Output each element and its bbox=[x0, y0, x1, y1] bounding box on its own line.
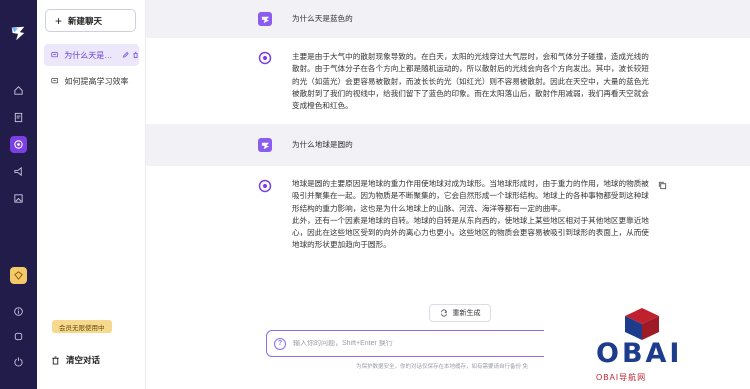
chat-bubble-icon bbox=[51, 52, 58, 58]
assistant-message-text: 主要是由于大气中的散射现象导致的。在白天，太阳的光线穿过大气层时，会和气体分子碰… bbox=[292, 51, 652, 112]
user-message-row: 为什么地球是圆的 bbox=[146, 124, 750, 166]
user-message-row: 为什么天是蓝色的 bbox=[146, 0, 750, 38]
question-icon: ? bbox=[274, 337, 286, 350]
plus-icon: + bbox=[55, 13, 63, 28]
edit-icon[interactable] bbox=[122, 51, 129, 59]
clear-conversations-label: 清空对话 bbox=[66, 355, 101, 365]
regenerate-label: 重新生成 bbox=[452, 310, 481, 317]
assistant-avatar bbox=[258, 179, 272, 193]
notes-icon[interactable] bbox=[10, 109, 27, 126]
refresh-icon bbox=[440, 309, 447, 317]
conversation-title: 如何提高学习效率 bbox=[64, 76, 129, 86]
chat-icon[interactable] bbox=[10, 136, 27, 153]
conversation-item[interactable]: 如何提高学习效率 bbox=[44, 70, 139, 92]
copy-icon[interactable] bbox=[658, 181, 667, 190]
vip-icon[interactable] bbox=[10, 267, 27, 284]
info-icon[interactable] bbox=[10, 303, 27, 320]
user-message-text: 为什么地球是圆的 bbox=[292, 140, 353, 149]
home-icon[interactable] bbox=[10, 82, 27, 99]
image-icon[interactable] bbox=[10, 190, 27, 207]
chat-bubble-icon bbox=[51, 78, 59, 84]
assistant-message-text: 地球是圆的主要原因是地球的重力作用使地球对成为球形。当地球形成时，由于重力的作用… bbox=[292, 178, 652, 252]
icon-rail bbox=[0, 0, 37, 389]
user-avatar bbox=[258, 138, 272, 152]
settings-icon[interactable] bbox=[10, 328, 27, 345]
user-avatar bbox=[258, 12, 272, 26]
watermark-logo: OBAI OBAI导航网 bbox=[544, 298, 750, 389]
assistant-paragraph: 主要是由于大气中的散射现象导致的。在白天，太阳的光线穿过大气层时，会和气体分子碰… bbox=[292, 52, 649, 111]
user-message-text: 为什么天是蓝色的 bbox=[292, 14, 353, 23]
conversation-sidebar: + 新建聊天 为什么天是蓝色的 如何提高学习效率 会员无限使用中 清空对话 bbox=[37, 0, 146, 389]
clear-conversations-button[interactable]: 清空对话 bbox=[51, 354, 100, 366]
delete-icon[interactable] bbox=[132, 51, 139, 59]
watermark-brand: OBAI bbox=[596, 338, 683, 369]
power-icon[interactable] bbox=[10, 353, 27, 370]
trash-icon bbox=[52, 355, 59, 365]
watermark-subtitle: OBAI导航网 bbox=[596, 373, 647, 382]
conversation-item[interactable]: 为什么天是蓝色的 bbox=[44, 44, 139, 66]
vip-status-badge: 会员无限使用中 bbox=[52, 320, 112, 333]
regenerate-button[interactable]: 重新生成 bbox=[429, 304, 491, 322]
assistant-paragraph: 此外，还有一个因素是地球的自转。地球的自转是从东向西的，使地球上某些地区相对于其… bbox=[292, 215, 649, 250]
assistant-paragraph: 地球是圆的主要原因是地球的重力作用使地球对成为球形。当地球形成时，由于重力的作用… bbox=[292, 179, 649, 213]
cube-logo-icon bbox=[625, 308, 659, 340]
app-logo-icon[interactable] bbox=[9, 24, 27, 42]
broadcast-icon[interactable] bbox=[10, 163, 27, 180]
privacy-note: 为保护数据安全，你的对话仅保存在本地缓存，如有需要请自行备份 免 bbox=[356, 364, 529, 370]
assistant-avatar bbox=[258, 51, 272, 65]
conversation-title: 为什么天是蓝色的 bbox=[64, 50, 118, 60]
new-chat-label: 新建聊天 bbox=[68, 15, 103, 26]
new-chat-button[interactable]: + 新建聊天 bbox=[45, 9, 136, 32]
assistant-message-row: 主要是由于大气中的散射现象导致的。在白天，太阳的光线穿过大气层时，会和气体分子碰… bbox=[146, 38, 750, 124]
